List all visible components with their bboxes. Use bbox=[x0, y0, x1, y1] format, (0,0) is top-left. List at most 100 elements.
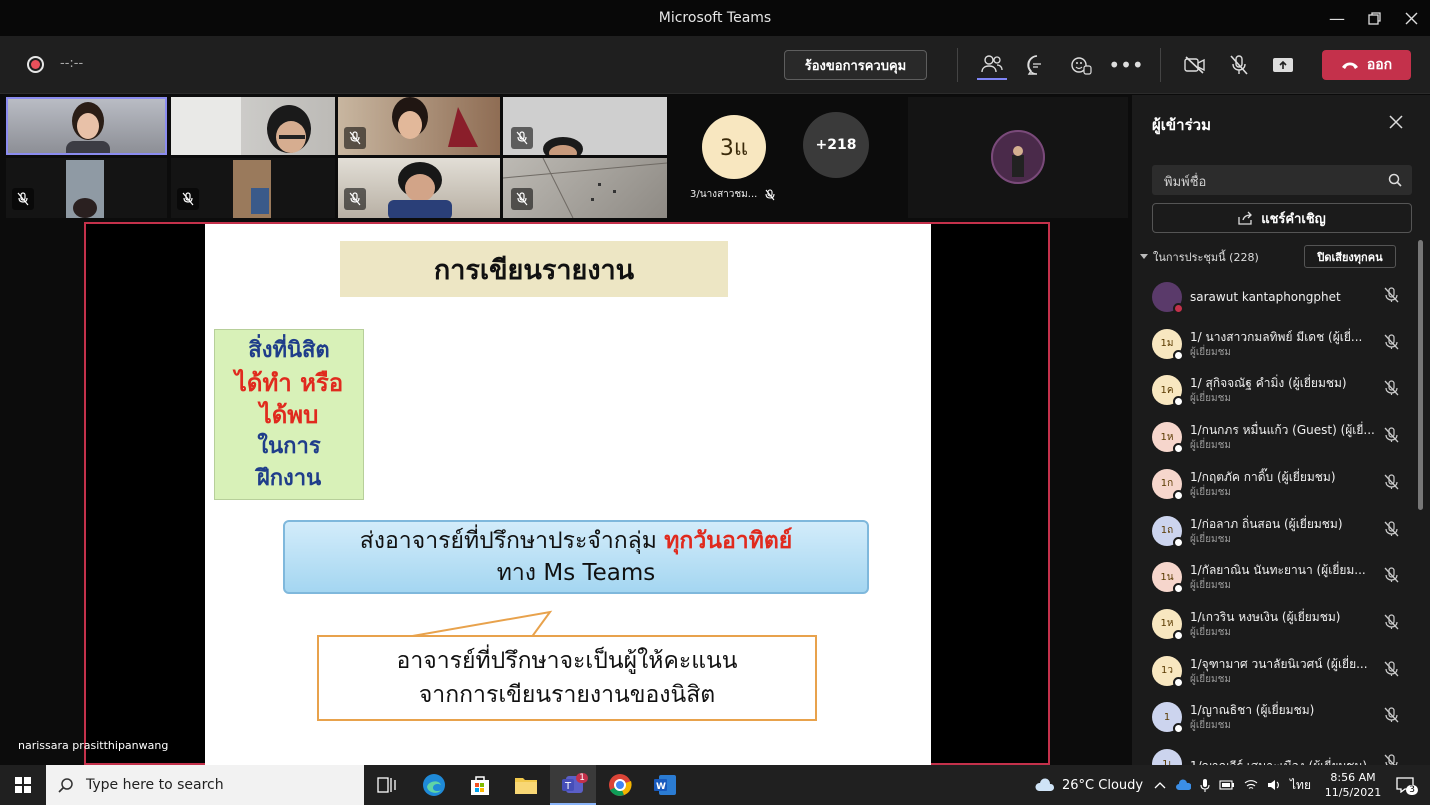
participants-panel: ผู้เข้าร่วม พิมพ์ชื่อ แชร์คำเชิญ ในการปร… bbox=[1132, 95, 1430, 781]
leave-button[interactable]: ออก bbox=[1322, 50, 1411, 80]
minimize-icon[interactable]: — bbox=[1318, 0, 1356, 36]
callout-line: จากการเขียนรายงานของนิสิต bbox=[418, 682, 716, 708]
teams-taskbar-icon[interactable]: T 1 bbox=[550, 765, 596, 805]
share-invite-label: แชร์คำเชิญ bbox=[1261, 211, 1326, 227]
participant-row[interactable]: 1ว 1/จุฑามาศ วนาลัยนิเวศน์ (ผู้เยี่ย... ผู… bbox=[1152, 651, 1414, 693]
muted-mic-icon[interactable] bbox=[1384, 567, 1399, 587]
presence-dot bbox=[1173, 443, 1184, 455]
reactions-icon[interactable] bbox=[1066, 50, 1096, 80]
participant-role: ผู้เยี่ยมชม bbox=[1190, 440, 1231, 452]
participants-icon[interactable] bbox=[977, 50, 1007, 80]
search-placeholder: พิมพ์ชื่อ bbox=[1164, 175, 1207, 190]
start-icon[interactable] bbox=[0, 765, 46, 805]
share-screen-icon[interactable] bbox=[1268, 50, 1298, 80]
video-tile[interactable] bbox=[338, 158, 500, 218]
notification-count: 3 bbox=[1406, 785, 1418, 795]
scroll-highlight: ทุกวันอาทิตย์ bbox=[664, 528, 793, 554]
muted-mic-icon[interactable] bbox=[1384, 380, 1399, 400]
taskbar-search-placeholder: Type here to search bbox=[86, 777, 224, 793]
notifications-icon[interactable]: 3 bbox=[1382, 765, 1428, 805]
chat-icon[interactable] bbox=[1022, 50, 1052, 80]
video-tile[interactable] bbox=[171, 97, 335, 155]
muted-mic-icon[interactable] bbox=[1384, 707, 1399, 727]
more-participants-button[interactable]: +218 bbox=[803, 112, 869, 178]
microphone-icon[interactable] bbox=[1200, 778, 1210, 792]
video-tile[interactable] bbox=[171, 158, 335, 218]
participant-video-icon bbox=[171, 97, 311, 155]
restore-icon[interactable] bbox=[1355, 0, 1393, 36]
request-control-button[interactable]: ร้องขอการควบคุม bbox=[784, 50, 927, 80]
muted-mic-icon[interactable] bbox=[1384, 287, 1399, 307]
more-options-icon[interactable]: ••• bbox=[1108, 50, 1143, 80]
participant-search-input[interactable]: พิมพ์ชื่อ bbox=[1152, 165, 1412, 195]
clock-time: 8:56 AM bbox=[1330, 771, 1376, 784]
slide-scroll-banner: ส่งอาจารย์ที่ปรึกษาประจำกลุ่ม ทุกวันอาทิ… bbox=[283, 520, 869, 594]
muted-mic-icon[interactable] bbox=[1384, 334, 1399, 354]
task-view-icon[interactable] bbox=[364, 765, 410, 805]
taskbar-search-input[interactable]: Type here to search bbox=[46, 765, 364, 805]
recording-icon bbox=[27, 56, 44, 73]
participant-row[interactable]: sarawut kantaphongphet bbox=[1152, 277, 1414, 319]
muted-mic-icon[interactable] bbox=[1384, 474, 1399, 494]
participant-role: ผู้เยี่ยมชม bbox=[1190, 486, 1231, 498]
close-panel-icon[interactable] bbox=[1389, 115, 1403, 129]
close-window-icon[interactable] bbox=[1392, 0, 1430, 36]
window-title: Microsoft Teams bbox=[658, 10, 772, 26]
muted-mic-icon[interactable] bbox=[1384, 427, 1399, 447]
mute-all-button[interactable]: ปิดเสียงทุกคน bbox=[1304, 245, 1396, 268]
participant-row[interactable]: 1ห 1/กนกภร หมื่นแก้ว (Guest) (ผู้เยี่... ผ… bbox=[1152, 417, 1414, 459]
phone-hangup-icon bbox=[1341, 62, 1358, 69]
input-language[interactable]: ไทย bbox=[1290, 776, 1311, 795]
clock[interactable]: 8:56 AM 11/5/2021 bbox=[1318, 770, 1388, 800]
participant-avatar[interactable]: 3แ bbox=[702, 115, 766, 179]
weather-widget[interactable]: 26°C Cloudy bbox=[1034, 765, 1143, 805]
onedrive-icon[interactable] bbox=[1175, 779, 1191, 791]
video-tile[interactable] bbox=[338, 97, 500, 155]
battery-icon[interactable] bbox=[1219, 780, 1235, 790]
video-tile[interactable] bbox=[908, 97, 1128, 218]
slide-title: การเขียนรายงาน bbox=[340, 241, 728, 297]
muted-mic-icon bbox=[344, 127, 366, 149]
chevron-up-icon[interactable] bbox=[1154, 781, 1166, 789]
muted-mic-icon[interactable] bbox=[1384, 614, 1399, 634]
presence-dot bbox=[1173, 536, 1184, 548]
volume-icon[interactable] bbox=[1267, 779, 1281, 791]
participant-row[interactable]: 1ห 1/เกวริน หงษเงิน (ผู้เยี่ยมชม) ผู้เยี่ย… bbox=[1152, 604, 1414, 646]
participant-name: sarawut kantaphongphet bbox=[1190, 290, 1341, 304]
muted-mic-icon[interactable] bbox=[1384, 660, 1399, 681]
participant-avatar bbox=[1152, 282, 1184, 314]
search-icon bbox=[58, 778, 73, 793]
weather-text: 26°C Cloudy bbox=[1062, 777, 1144, 793]
green-box-line: ในการ bbox=[257, 433, 321, 459]
participant-row[interactable]: 1ค 1/ สุกิจจณัฐ คำมิ่ง (ผู้เยี่ยมชม) ผู้เย… bbox=[1152, 370, 1414, 412]
word-icon[interactable]: W bbox=[642, 765, 688, 805]
mic-off-icon[interactable] bbox=[1224, 50, 1254, 80]
file-explorer-icon[interactable] bbox=[503, 765, 549, 805]
svg-text:T: T bbox=[564, 781, 572, 792]
panel-title: ผู้เข้าร่วม bbox=[1152, 116, 1211, 134]
participant-row[interactable]: 1น 1/กัลยาณิน นันทะยานา (ผู้เยี่ยม... ผู้เ… bbox=[1152, 557, 1414, 599]
participant-role: ผู้เยี่ยมชม bbox=[1190, 393, 1231, 405]
scroll-text: ทาง Ms Teams bbox=[496, 560, 656, 586]
edge-icon[interactable] bbox=[411, 765, 457, 805]
wifi-icon[interactable] bbox=[1244, 779, 1258, 791]
camera-off-icon[interactable] bbox=[1180, 50, 1210, 80]
participant-avatar: 1ม bbox=[1152, 328, 1184, 361]
video-tile[interactable] bbox=[6, 158, 167, 218]
participant-row[interactable]: 1ม 1/ นางสาวกมลทิพย์ มีเดช (ผู้เยี่... ผู้… bbox=[1152, 324, 1414, 366]
store-icon[interactable] bbox=[457, 765, 503, 805]
participant-row[interactable]: 1 1/ญาณธิชา (ผู้เยี่ยมชม) ผู้เยี่ยมชม bbox=[1152, 697, 1414, 739]
section-header[interactable]: ในการประชุมนี้ (228) bbox=[1140, 248, 1259, 266]
video-tile[interactable] bbox=[503, 158, 667, 218]
participant-row[interactable]: 1ก 1/กฤตภัค กาดิ๊บ (ผู้เยี่ยมชม) ผู้เยี่ยม… bbox=[1152, 464, 1414, 506]
participant-video-icon bbox=[66, 102, 110, 153]
video-tile[interactable] bbox=[6, 97, 167, 155]
participant-row[interactable]: 1ถ 1/ก่อลาภ ถิ่นสอน (ผู้เยี่ยมชม) ผู้เยี่ย… bbox=[1152, 511, 1414, 553]
search-icon bbox=[1388, 173, 1402, 187]
presence-dot bbox=[1173, 489, 1184, 501]
muted-mic-icon[interactable] bbox=[1384, 520, 1399, 541]
share-invite-button[interactable]: แชร์คำเชิญ bbox=[1152, 203, 1412, 233]
panel-scrollbar[interactable] bbox=[1418, 240, 1423, 510]
video-tile[interactable] bbox=[503, 97, 667, 155]
chrome-icon[interactable] bbox=[597, 765, 643, 805]
